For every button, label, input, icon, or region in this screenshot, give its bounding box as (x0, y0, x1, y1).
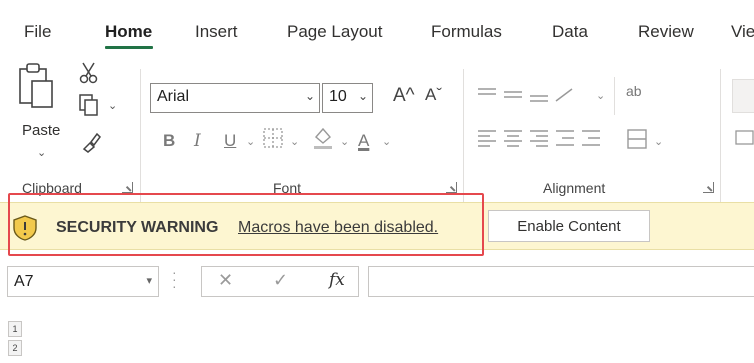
row-header[interactable]: 2 (8, 340, 22, 356)
grow-font-icon[interactable]: A^ (393, 85, 415, 107)
fill-color-dropdown-chevron-icon[interactable]: ⌄ (340, 135, 349, 148)
row-header[interactable]: 1 (8, 321, 22, 337)
insert-function-icon[interactable]: fx (329, 270, 345, 290)
name-box-value: A7 (14, 273, 34, 290)
cancel-icon[interactable]: ✕ (218, 270, 233, 291)
enable-content-button[interactable]: Enable Content (488, 210, 650, 242)
copy-dropdown-chevron-icon[interactable]: ⌄ (108, 99, 117, 112)
orientation-dropdown-chevron-icon[interactable]: ⌄ (596, 89, 605, 102)
divider (614, 77, 615, 115)
clipboard-dialog-launcher-icon[interactable] (122, 182, 133, 193)
wrap-text-icon[interactable]: ab (626, 83, 642, 99)
font-name-select[interactable]: Arial ⌄ (150, 83, 320, 113)
paste-dropdown-chevron-icon[interactable]: ⌄ (37, 146, 46, 159)
tab-home[interactable]: Home (105, 22, 152, 42)
underline-dropdown-chevron-icon[interactable]: ⌄ (246, 135, 255, 148)
shrink-font-icon[interactable]: Aˇ (425, 85, 442, 105)
merge-dropdown-chevron-icon[interactable]: ⌄ (654, 135, 663, 148)
chevron-down-icon[interactable]: ▾ (146, 274, 152, 287)
cut-icon[interactable] (78, 61, 100, 85)
format-painter-icon[interactable] (80, 131, 102, 153)
enter-icon[interactable]: ✓ (273, 270, 288, 291)
paste-icon[interactable] (18, 61, 56, 113)
worksheet-grid[interactable]: 1 2 (0, 300, 754, 363)
tab-insert[interactable]: Insert (195, 22, 238, 42)
tab-formulas[interactable]: Formulas (431, 22, 502, 42)
paste-label[interactable]: Paste (22, 122, 60, 139)
formula-bar-resize-handle-icon[interactable]: · · · (172, 265, 177, 293)
tab-review[interactable]: Review (638, 22, 694, 42)
fill-color-icon[interactable] (312, 125, 334, 151)
merge-center-icon[interactable] (626, 128, 648, 150)
alignment-dialog-launcher-icon[interactable] (703, 182, 714, 193)
bold-button[interactable]: B (163, 131, 175, 151)
number-format-select[interactable] (732, 79, 754, 113)
borders-icon[interactable] (262, 127, 284, 149)
formula-input[interactable] (368, 266, 754, 297)
font-dialog-launcher-icon[interactable] (446, 182, 457, 193)
tab-data[interactable]: Data (552, 22, 588, 42)
chevron-down-icon: ⌄ (357, 89, 368, 103)
italic-button[interactable]: I (194, 131, 201, 151)
tab-file[interactable]: File (24, 22, 51, 42)
active-tab-indicator (105, 46, 153, 49)
security-warning-highlight (8, 193, 484, 256)
formula-bar: A7 ▾ · · · ✕ ✓ fx (0, 262, 754, 300)
font-size-select[interactable]: 10 ⌄ (322, 83, 373, 113)
alignment-group-label: Alignment (543, 180, 606, 196)
font-size-value: 10 (329, 88, 347, 105)
underline-button[interactable]: U (224, 131, 236, 151)
horizontal-align-icons[interactable] (476, 128, 606, 150)
font-color-dropdown-chevron-icon[interactable]: ⌄ (382, 135, 391, 148)
group-divider (720, 69, 721, 219)
copy-icon[interactable] (78, 93, 100, 117)
tab-view[interactable]: Vie (731, 22, 754, 42)
ribbon-tab-bar: File Home Insert Page Layout Formulas Da… (0, 0, 754, 52)
chevron-down-icon: ⌄ (304, 89, 315, 103)
borders-dropdown-chevron-icon[interactable]: ⌄ (290, 135, 299, 148)
ribbon: Paste ⌄ ⌄ Clipboard Arial ⌄ 10 ⌄ A^ Aˇ B… (0, 55, 754, 219)
name-box[interactable]: A7 ▾ (7, 266, 159, 297)
formula-bar-buttons: ✕ ✓ fx (201, 266, 359, 297)
vertical-align-icons[interactable] (476, 85, 586, 107)
font-name-value: Arial (157, 88, 190, 105)
tab-page-layout[interactable]: Page Layout (287, 22, 382, 42)
accounting-format-icon[interactable] (735, 129, 754, 147)
font-color-button[interactable]: A (358, 131, 369, 151)
